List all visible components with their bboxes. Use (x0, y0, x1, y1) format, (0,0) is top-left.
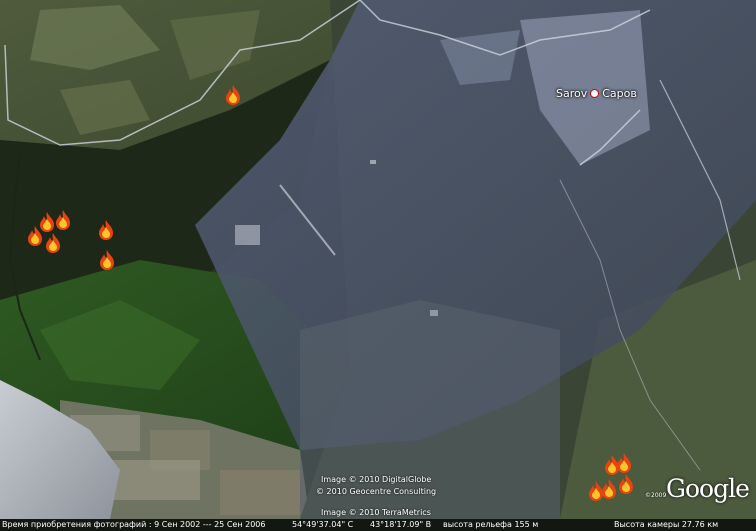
status-imagery-dates: Время приобретения фотографий : 9 Сен 20… (2, 520, 266, 529)
fire-icon[interactable] (95, 219, 117, 241)
status-longitude: 43°18'17.09" В (370, 520, 432, 529)
status-latitude: 54°49'37.04" С (292, 520, 354, 529)
city-marker-icon[interactable] (590, 89, 600, 98)
status-bar: Время приобретения фотографий : 9 Сен 20… (0, 519, 756, 531)
fire-icon[interactable] (52, 209, 74, 231)
city-name-cyrillic: Саров (602, 87, 637, 100)
fire-icon[interactable] (613, 452, 635, 474)
fire-icon[interactable] (96, 249, 118, 271)
attribution-digitalglobe: Image © 2010 DigitalGlobe (321, 475, 432, 484)
fire-icon[interactable] (615, 473, 637, 495)
status-elevation: высота рельефа 155 м (443, 520, 539, 529)
logo-copyright-year: ©2009 (645, 492, 667, 499)
city-name-latin: Sarov (556, 87, 588, 100)
attribution-terrametrics: Image © 2010 TerraMetrics (321, 508, 431, 517)
map-view[interactable]: Sarov Саров Image © 2010 DigitalGlobe © … (0, 0, 756, 531)
fire-icon[interactable] (42, 232, 64, 254)
fire-icon[interactable] (222, 84, 244, 106)
city-label-sarov[interactable]: Sarov Саров (556, 87, 637, 100)
status-eye-altitude: Высота камеры 27.76 км (614, 520, 719, 529)
google-logo: Google (666, 474, 750, 503)
attribution-geocentre: © 2010 Geocentre Consulting (316, 487, 437, 496)
